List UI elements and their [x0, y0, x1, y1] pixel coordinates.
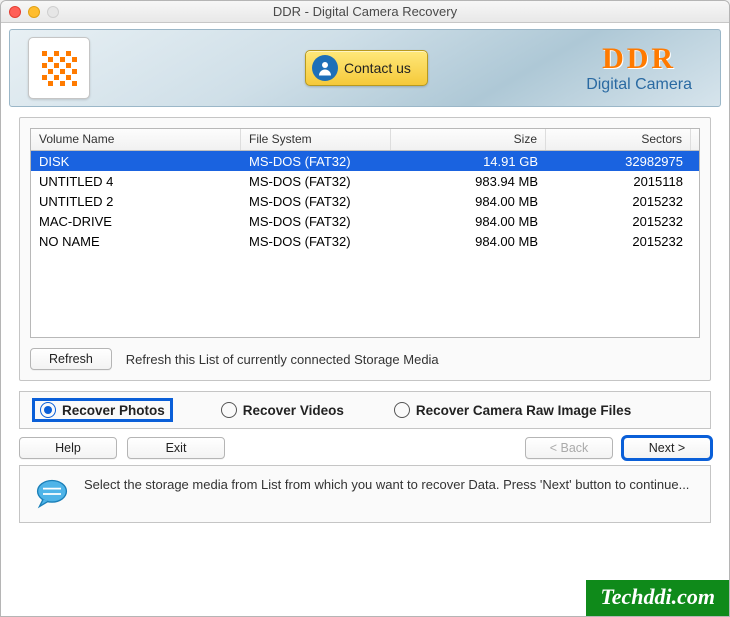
help-button[interactable]: Help [19, 437, 117, 459]
minimize-icon[interactable] [28, 6, 40, 18]
app-logo [28, 37, 90, 99]
cell-sectors: 2015232 [546, 214, 691, 229]
table-header: Volume Name File System Size Sectors [31, 129, 699, 151]
volumes-panel: Volume Name File System Size Sectors DIS… [19, 117, 711, 381]
cell-sectors: 2015118 [546, 174, 691, 189]
contact-us-label: Contact us [344, 60, 411, 76]
radio-recover-photos[interactable]: Recover Photos [34, 400, 171, 420]
radio-recover-raw[interactable]: Recover Camera Raw Image Files [394, 400, 631, 420]
table-row[interactable]: MAC-DRIVEMS-DOS (FAT32)984.00 MB2015232 [31, 211, 699, 231]
radio-label: Recover Camera Raw Image Files [416, 403, 631, 418]
cell-size: 14.91 GB [391, 154, 546, 169]
brand-title: DDR [586, 42, 692, 76]
col-sectors[interactable]: Sectors [546, 129, 691, 150]
col-file-system[interactable]: File System [241, 129, 391, 150]
close-icon[interactable] [9, 6, 21, 18]
radio-label: Recover Videos [243, 403, 344, 418]
contact-us-button[interactable]: Contact us [305, 50, 428, 86]
cell-size: 984.00 MB [391, 214, 546, 229]
table-body: DISKMS-DOS (FAT32)14.91 GB32982975UNTITL… [31, 151, 699, 251]
refresh-text: Refresh this List of currently connected… [126, 352, 439, 367]
brand-block: DDR Digital Camera [586, 42, 692, 94]
table-row[interactable]: UNTITLED 2MS-DOS (FAT32)984.00 MB2015232 [31, 191, 699, 211]
exit-button[interactable]: Exit [127, 437, 225, 459]
cell-name: MAC-DRIVE [31, 214, 241, 229]
volumes-table[interactable]: Volume Name File System Size Sectors DIS… [30, 128, 700, 338]
titlebar: DDR - Digital Camera Recovery [1, 1, 729, 23]
app-window: DDR - Digital Camera Recovery Contact us… [0, 0, 730, 617]
cell-fs: MS-DOS (FAT32) [241, 174, 391, 189]
col-size[interactable]: Size [391, 129, 546, 150]
cell-fs: MS-DOS (FAT32) [241, 194, 391, 209]
window-title: DDR - Digital Camera Recovery [1, 4, 729, 19]
cell-sectors: 2015232 [546, 234, 691, 249]
info-panel: Select the storage media from List from … [19, 465, 711, 523]
nav-buttons: Help Exit < Back Next > [19, 437, 711, 459]
radio-icon [221, 402, 237, 418]
brand-subtitle: Digital Camera [586, 76, 692, 94]
table-row[interactable]: NO NAMEMS-DOS (FAT32)984.00 MB2015232 [31, 231, 699, 251]
refresh-button[interactable]: Refresh [30, 348, 112, 370]
chat-bubble-icon [34, 476, 70, 512]
cell-sectors: 32982975 [546, 154, 691, 169]
window-controls [9, 6, 59, 18]
radio-icon [40, 402, 56, 418]
cell-name: DISK [31, 154, 241, 169]
radio-recover-videos[interactable]: Recover Videos [221, 400, 344, 420]
zoom-icon [47, 6, 59, 18]
radio-icon [394, 402, 410, 418]
next-button[interactable]: Next > [623, 437, 711, 459]
cell-fs: MS-DOS (FAT32) [241, 234, 391, 249]
refresh-bar: Refresh Refresh this List of currently c… [30, 348, 700, 370]
cell-name: UNTITLED 4 [31, 174, 241, 189]
cell-size: 984.00 MB [391, 234, 546, 249]
cell-name: UNTITLED 2 [31, 194, 241, 209]
cell-fs: MS-DOS (FAT32) [241, 214, 391, 229]
table-row[interactable]: UNTITLED 4MS-DOS (FAT32)983.94 MB2015118 [31, 171, 699, 191]
table-row[interactable]: DISKMS-DOS (FAT32)14.91 GB32982975 [31, 151, 699, 171]
recovery-options: Recover Photos Recover Videos Recover Ca… [19, 391, 711, 429]
cell-fs: MS-DOS (FAT32) [241, 154, 391, 169]
back-button: < Back [525, 437, 613, 459]
col-volume-name[interactable]: Volume Name [31, 129, 241, 150]
watermark: Techddi.com [583, 577, 729, 616]
radio-label: Recover Photos [62, 403, 165, 418]
info-text: Select the storage media from List from … [84, 476, 689, 494]
cell-sectors: 2015232 [546, 194, 691, 209]
cell-size: 983.94 MB [391, 174, 546, 189]
cell-size: 984.00 MB [391, 194, 546, 209]
person-icon [312, 55, 338, 81]
header-banner: Contact us DDR Digital Camera [9, 29, 721, 107]
cell-name: NO NAME [31, 234, 241, 249]
